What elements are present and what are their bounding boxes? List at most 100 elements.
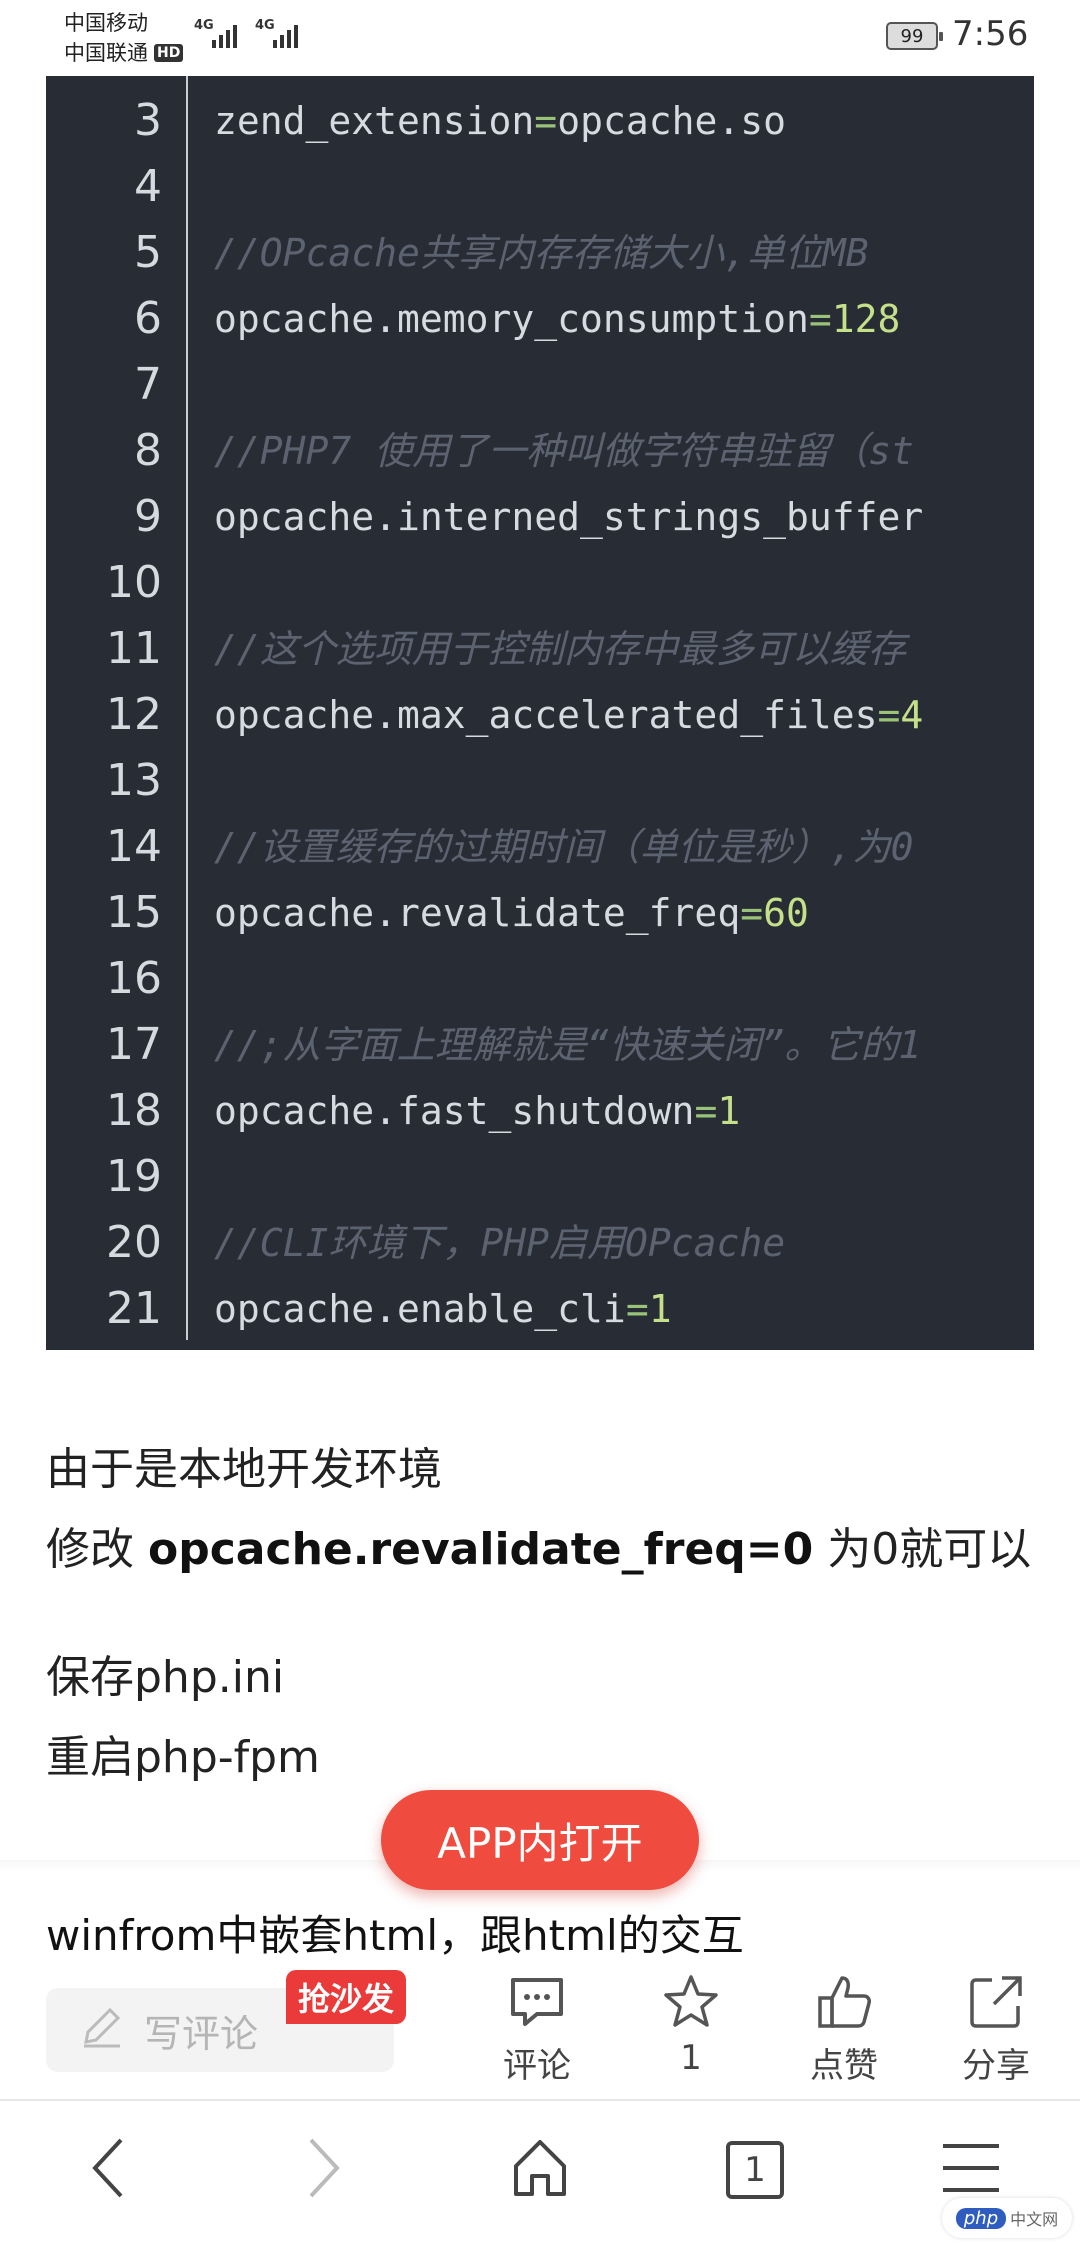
code-content: opcache.memory_consumption=128 (214, 286, 994, 352)
code-content: //OPcache共享内存存储大小,单位MB (214, 220, 994, 286)
code-content: //设置缓存的过期时间（单位是秒）,为0 (214, 814, 994, 880)
article-paragraph: 由于是本地开发环境 (46, 1444, 442, 1495)
code-content: //这个选项用于控制内存中最多可以缓存 (214, 616, 994, 682)
code-key: zend_extension (214, 99, 535, 143)
code-line: 19 (46, 1144, 1034, 1210)
line-number: 12 (106, 689, 162, 740)
code-comment: //OPcache共享内存存储大小,单位MB (214, 231, 869, 275)
carrier-info: 中国移动 中国联通 HD (64, 8, 184, 68)
back-button[interactable] (64, 2130, 154, 2210)
code-block[interactable]: 3 zend_extension=opcache.so 4 5//OPcache共享内… (46, 76, 1034, 1350)
line-number: 17 (106, 1019, 162, 1070)
code-comment: //CLI环境下，PHP启用OPcache (214, 1221, 786, 1265)
code-comment: //设置缓存的过期时间（单位是秒）,为0 (214, 825, 914, 869)
text-prefix: 修改 (46, 1524, 148, 1575)
code-line: 7 (46, 352, 1034, 418)
code-content: opcache.max_accelerated_files=4 (214, 682, 994, 748)
line-number: 9 (134, 491, 162, 542)
code-operator: = (625, 1287, 649, 1331)
code-content: //CLI环境下，PHP启用OPcache (214, 1210, 994, 1276)
sofa-badge: 抢沙发 (286, 1970, 407, 2024)
code-comment: //;从字面上理解就是“快速关闭”。它的1 (214, 1023, 922, 1067)
code-operator: = (740, 891, 764, 935)
code-content: opcache.interned_strings_buffer (214, 484, 994, 550)
watermark-text: 中文网 (1010, 2210, 1059, 2229)
code-line: 9 opcache.interned_strings_buffer (46, 484, 1034, 550)
site-watermark: php 中文网 (942, 2198, 1072, 2238)
code-value: 60 (763, 891, 809, 935)
line-number: 18 (106, 1085, 162, 1136)
code-key: opcache.revalidate_freq (214, 891, 741, 935)
star-icon (659, 1970, 723, 2034)
text-suffix: 为0就可以 (813, 1524, 1032, 1575)
code-content: //PHP7 使用了一种叫做字符串驻留（st (214, 418, 994, 484)
watermark-logo: php (955, 2207, 1007, 2229)
menu-icon (939, 2140, 1003, 2200)
code-line: 18 opcache.fast_shutdown=1 (46, 1078, 1034, 1144)
code-line: 15 opcache.revalidate_freq=60 (46, 880, 1034, 946)
code-line: 10 (46, 550, 1034, 616)
network-type-1: 4G (194, 18, 214, 33)
line-number: 10 (106, 557, 162, 608)
code-line: 4 (46, 154, 1034, 220)
tabs-icon: 1 (726, 2141, 784, 2199)
code-line: 8 //PHP7 使用了一种叫做字符串驻留（st (46, 418, 1034, 484)
code-line: 3 zend_extension=opcache.so (46, 88, 1034, 154)
code-value: 4 (900, 693, 924, 737)
open-in-app-button[interactable]: APP内打开 (381, 1790, 699, 1890)
code-line: 14 //设置缓存的过期时间（单位是秒）,为0 (46, 814, 1034, 880)
code-line: 17 //;从字面上理解就是“快速关闭”。它的1 (46, 1012, 1034, 1078)
home-icon (508, 2136, 572, 2204)
line-number: 6 (134, 293, 162, 344)
code-operator: = (808, 297, 832, 341)
hd-badge: HD (154, 44, 184, 62)
share-icon (964, 1970, 1028, 2034)
forward-button[interactable] (278, 2130, 368, 2210)
code-line: 13 (46, 748, 1034, 814)
chevron-left-icon (89, 2136, 129, 2204)
tabs-button[interactable]: 1 (710, 2130, 800, 2210)
line-number: 3 (134, 95, 162, 146)
comment-icon (505, 1970, 569, 2034)
code-highlight: opcache.revalidate_freq=0 (148, 1524, 814, 1575)
related-article-link[interactable]: winfrom中嵌套html，跟html的交互 (46, 1902, 744, 1963)
code-line: 16 (46, 946, 1034, 1012)
like-label: 点赞 (810, 2046, 878, 2086)
code-line: 21 opcache.enable_cli=1 (46, 1276, 1034, 1342)
comment-placeholder: 写评论 (144, 2011, 259, 2056)
pencil-icon (78, 2002, 126, 2059)
code-operator: = (877, 693, 901, 737)
line-number: 15 (106, 887, 162, 938)
nav-divider (0, 2099, 1080, 2101)
favorite-button[interactable]: 1 (631, 1970, 751, 2090)
code-content: opcache.enable_cli=1 (214, 1276, 994, 1342)
code-value: 1 (717, 1089, 741, 1133)
line-number: 4 (134, 161, 162, 212)
battery-icon: 99 (886, 22, 943, 50)
line-number: 8 (134, 425, 162, 476)
clock: 7:56 (952, 14, 1029, 54)
home-button[interactable] (495, 2130, 585, 2210)
article-paragraph: 保存php.ini (46, 1652, 285, 1703)
line-number: 16 (106, 953, 162, 1004)
line-number: 11 (106, 623, 162, 674)
code-operator: = (694, 1089, 718, 1133)
share-button[interactable]: 分享 (936, 1970, 1056, 2090)
code-key: opcache.memory_consumption (214, 297, 809, 341)
battery-level: 99 (900, 25, 924, 47)
like-button[interactable]: 点赞 (784, 1970, 904, 2090)
line-number: 21 (106, 1283, 162, 1334)
code-line: 6 opcache.memory_consumption=128 (46, 286, 1034, 352)
carrier-2: 中国联通 (64, 41, 148, 65)
status-bar: 中国移动 中国联通 HD 4G 4G 99 7:56 (0, 0, 1080, 76)
comment-label: 评论 (503, 2046, 571, 2086)
code-line: 5 //OPcache共享内存存储大小,单位MB (46, 220, 1034, 286)
line-number: 13 (106, 755, 162, 806)
code-key: opcache.max_accelerated_files (214, 693, 878, 737)
code-key: opcache.enable_cli (214, 1287, 626, 1331)
comment-button[interactable]: 评论 (477, 1970, 597, 2090)
tab-count: 1 (744, 2150, 766, 2190)
code-content: //;从字面上理解就是“快速关闭”。它的1 (214, 1012, 994, 1078)
network-type-2: 4G (255, 18, 275, 33)
code-content: zend_extension=opcache.so (214, 88, 994, 154)
